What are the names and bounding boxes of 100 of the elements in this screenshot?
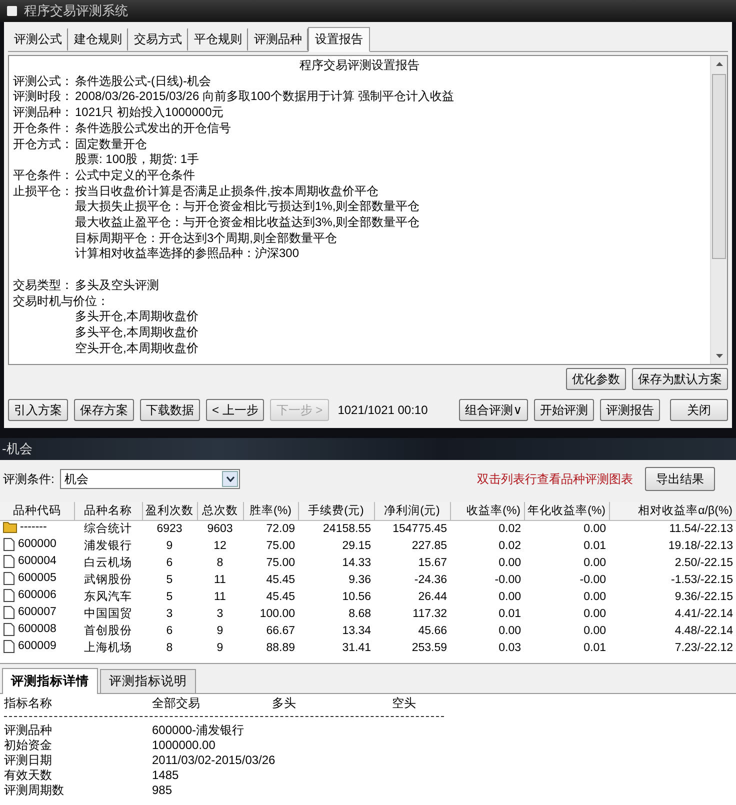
dropdown-caret-icon[interactable] <box>226 476 235 482</box>
table-cell-text: -0.00 <box>494 572 522 588</box>
tab[interactable]: 评测指标详情 <box>2 668 98 694</box>
table-cell-text: 12 <box>212 538 228 554</box>
table-cell-text: -0.00 <box>578 572 607 588</box>
table-cell-text: 9.36 <box>348 572 372 588</box>
document-icon <box>3 640 15 652</box>
column-header[interactable]: 胜率(%) <box>243 502 298 520</box>
table-cell: 9603 <box>197 520 243 537</box>
detail-label: 评测日期 <box>4 753 52 767</box>
table-cell-text: 31.41 <box>341 640 372 656</box>
report-label: 平仓条件： <box>13 168 74 184</box>
report-label: 评测公式： <box>13 74 74 90</box>
report-label: 评测时段： <box>13 89 74 106</box>
report-value: 1021只 初始投入1000000元 <box>75 105 224 121</box>
document-icon <box>3 554 15 568</box>
column-header[interactable]: 品种代码 <box>0 502 74 520</box>
column-header: 指标名称 <box>4 696 52 710</box>
table-cell-text: 14.33 <box>341 556 372 570</box>
table-cell-text: 88.89 <box>265 640 296 656</box>
table-cell-text: 0.00 <box>582 556 607 570</box>
detail-value: 1485 <box>152 768 179 782</box>
table-cell-text: 0.00 <box>498 590 522 604</box>
export-button[interactable]: 导出结果 <box>645 467 715 491</box>
table-cell-text: 75.00 <box>265 538 296 554</box>
report-value: 空头开仓,本周期收盘价 <box>75 340 198 355</box>
detail-label: 评测品种 <box>4 723 52 737</box>
report-label: 评测品种： <box>13 105 74 121</box>
table-cell-text: 0.00 <box>498 624 522 638</box>
detail-value: 2011/03/02-2015/03/26 <box>152 753 276 767</box>
table-cell-text: 3 <box>216 606 224 622</box>
table-cell-text: 武钢股份 <box>83 572 133 588</box>
toolbar-button[interactable]: 保存方案 <box>74 399 134 421</box>
report-button[interactable]: 优化参数 <box>566 368 626 390</box>
table-cell-text: 0.00 <box>582 606 607 622</box>
table-cell-text: 0.00 <box>498 556 522 570</box>
toolbar-button[interactable]: 关闭 <box>670 399 728 421</box>
table-cell-text: 白云机场 <box>83 556 133 570</box>
report-value: 2008/03/26-2015/03/26 向前多取100个数据用于计算 强制平仓计入收益 <box>75 89 454 106</box>
report-value: 多头平仓,本周期收盘价 <box>75 324 198 339</box>
table-cell: 600000 <box>18 538 56 550</box>
detail-label: 有效天数 <box>4 768 52 782</box>
report-label: 开仓条件： <box>13 120 74 137</box>
table-cell-text: 5 <box>165 590 174 604</box>
table-cell-text: 4.48/-22.14 <box>674 624 734 638</box>
document-icon <box>3 622 15 636</box>
column-header[interactable]: 盈利次数 <box>142 502 197 520</box>
table-cell: 0.00 <box>524 520 609 537</box>
table-cell-text: 浦发银行 <box>83 538 133 554</box>
report-value: 计算相对收益率选择的参照品种：沪深300 <box>75 246 300 260</box>
column-header[interactable]: 净利润(元) <box>374 502 450 520</box>
scrollbar[interactable] <box>710 56 727 364</box>
toolbar-button[interactable]: 引入方案 <box>8 399 68 421</box>
table-cell-text: 8.68 <box>348 606 372 622</box>
toolbar-button[interactable]: 评测报告 <box>600 399 660 421</box>
report-label: 交易类型： <box>13 278 74 294</box>
table-cell: 600004 <box>18 555 56 567</box>
document-icon <box>3 588 15 602</box>
table-cell-text: 7.23/-22.12 <box>674 640 734 656</box>
column-header[interactable]: 年化收益率(%) <box>524 502 609 520</box>
report-value: 最大损失止损平仓：与开仓资金相比亏损达到1%,则全部数量平仓 <box>75 199 420 214</box>
toolbar-button[interactable]: 组合评测∨ <box>459 399 528 421</box>
table-cell-text: 4.41/-22.14 <box>674 606 734 622</box>
column-header[interactable]: 总次数 <box>197 502 243 520</box>
column-header[interactable]: 手续费(元) <box>298 502 374 520</box>
toolbar-button[interactable]: 下载数据 <box>140 399 200 421</box>
table-cell-text: 19.18/-22.13 <box>667 538 734 554</box>
table-cell-text: 0.01 <box>582 538 607 554</box>
table-cell-text: 5 <box>165 572 174 588</box>
table-cell-text: 2.50/-22.15 <box>674 556 734 570</box>
table-cell-text: 253.59 <box>410 640 448 656</box>
table-cell-text: 75.00 <box>265 556 296 570</box>
report-title: 程序交易评测设置报告 <box>298 58 420 74</box>
table-cell: 600009 <box>18 640 56 652</box>
report-value: 按当日收盘价计算是否满足止损条件,按本周期收盘价平仓 <box>75 184 378 200</box>
app-icon <box>6 5 18 17</box>
table-cell-text: 26.44 <box>417 590 448 604</box>
column-header[interactable]: 收益率(%) <box>450 502 524 520</box>
progress-text: 1021/1021 00:10 <box>338 402 428 419</box>
document-icon <box>3 606 15 618</box>
report-label: 开仓方式： <box>13 136 74 152</box>
scroll-up-icon[interactable] <box>716 62 722 66</box>
table-cell: ------- <box>20 521 47 534</box>
report-button[interactable]: 保存为默认方案 <box>632 368 728 390</box>
toolbar-button[interactable]: 开始评测 <box>534 399 594 421</box>
toolbar-button[interactable]: < 上一步 <box>206 399 264 421</box>
table-cell-text: 东风汽车 <box>83 590 133 604</box>
scroll-down-icon[interactable] <box>716 354 722 358</box>
report-label: 止损平仓： <box>13 184 74 200</box>
table-cell: 154775.45 <box>374 520 450 537</box>
table-cell: 6923 <box>142 520 197 537</box>
column-header[interactable]: 品种名称 <box>74 502 142 520</box>
tab[interactable]: 评测指标说明 <box>100 669 196 693</box>
document-icon <box>3 572 15 584</box>
condition-dropdown[interactable]: 机会 <box>60 469 240 489</box>
table-cell-text: 0.01 <box>498 606 522 622</box>
table-cell: 600006 <box>18 589 56 601</box>
column-header[interactable]: 相对收益率α/β(%) <box>609 502 736 520</box>
tab[interactable]: 设置报告 <box>308 27 370 52</box>
table-cell: 600008 <box>18 623 56 635</box>
